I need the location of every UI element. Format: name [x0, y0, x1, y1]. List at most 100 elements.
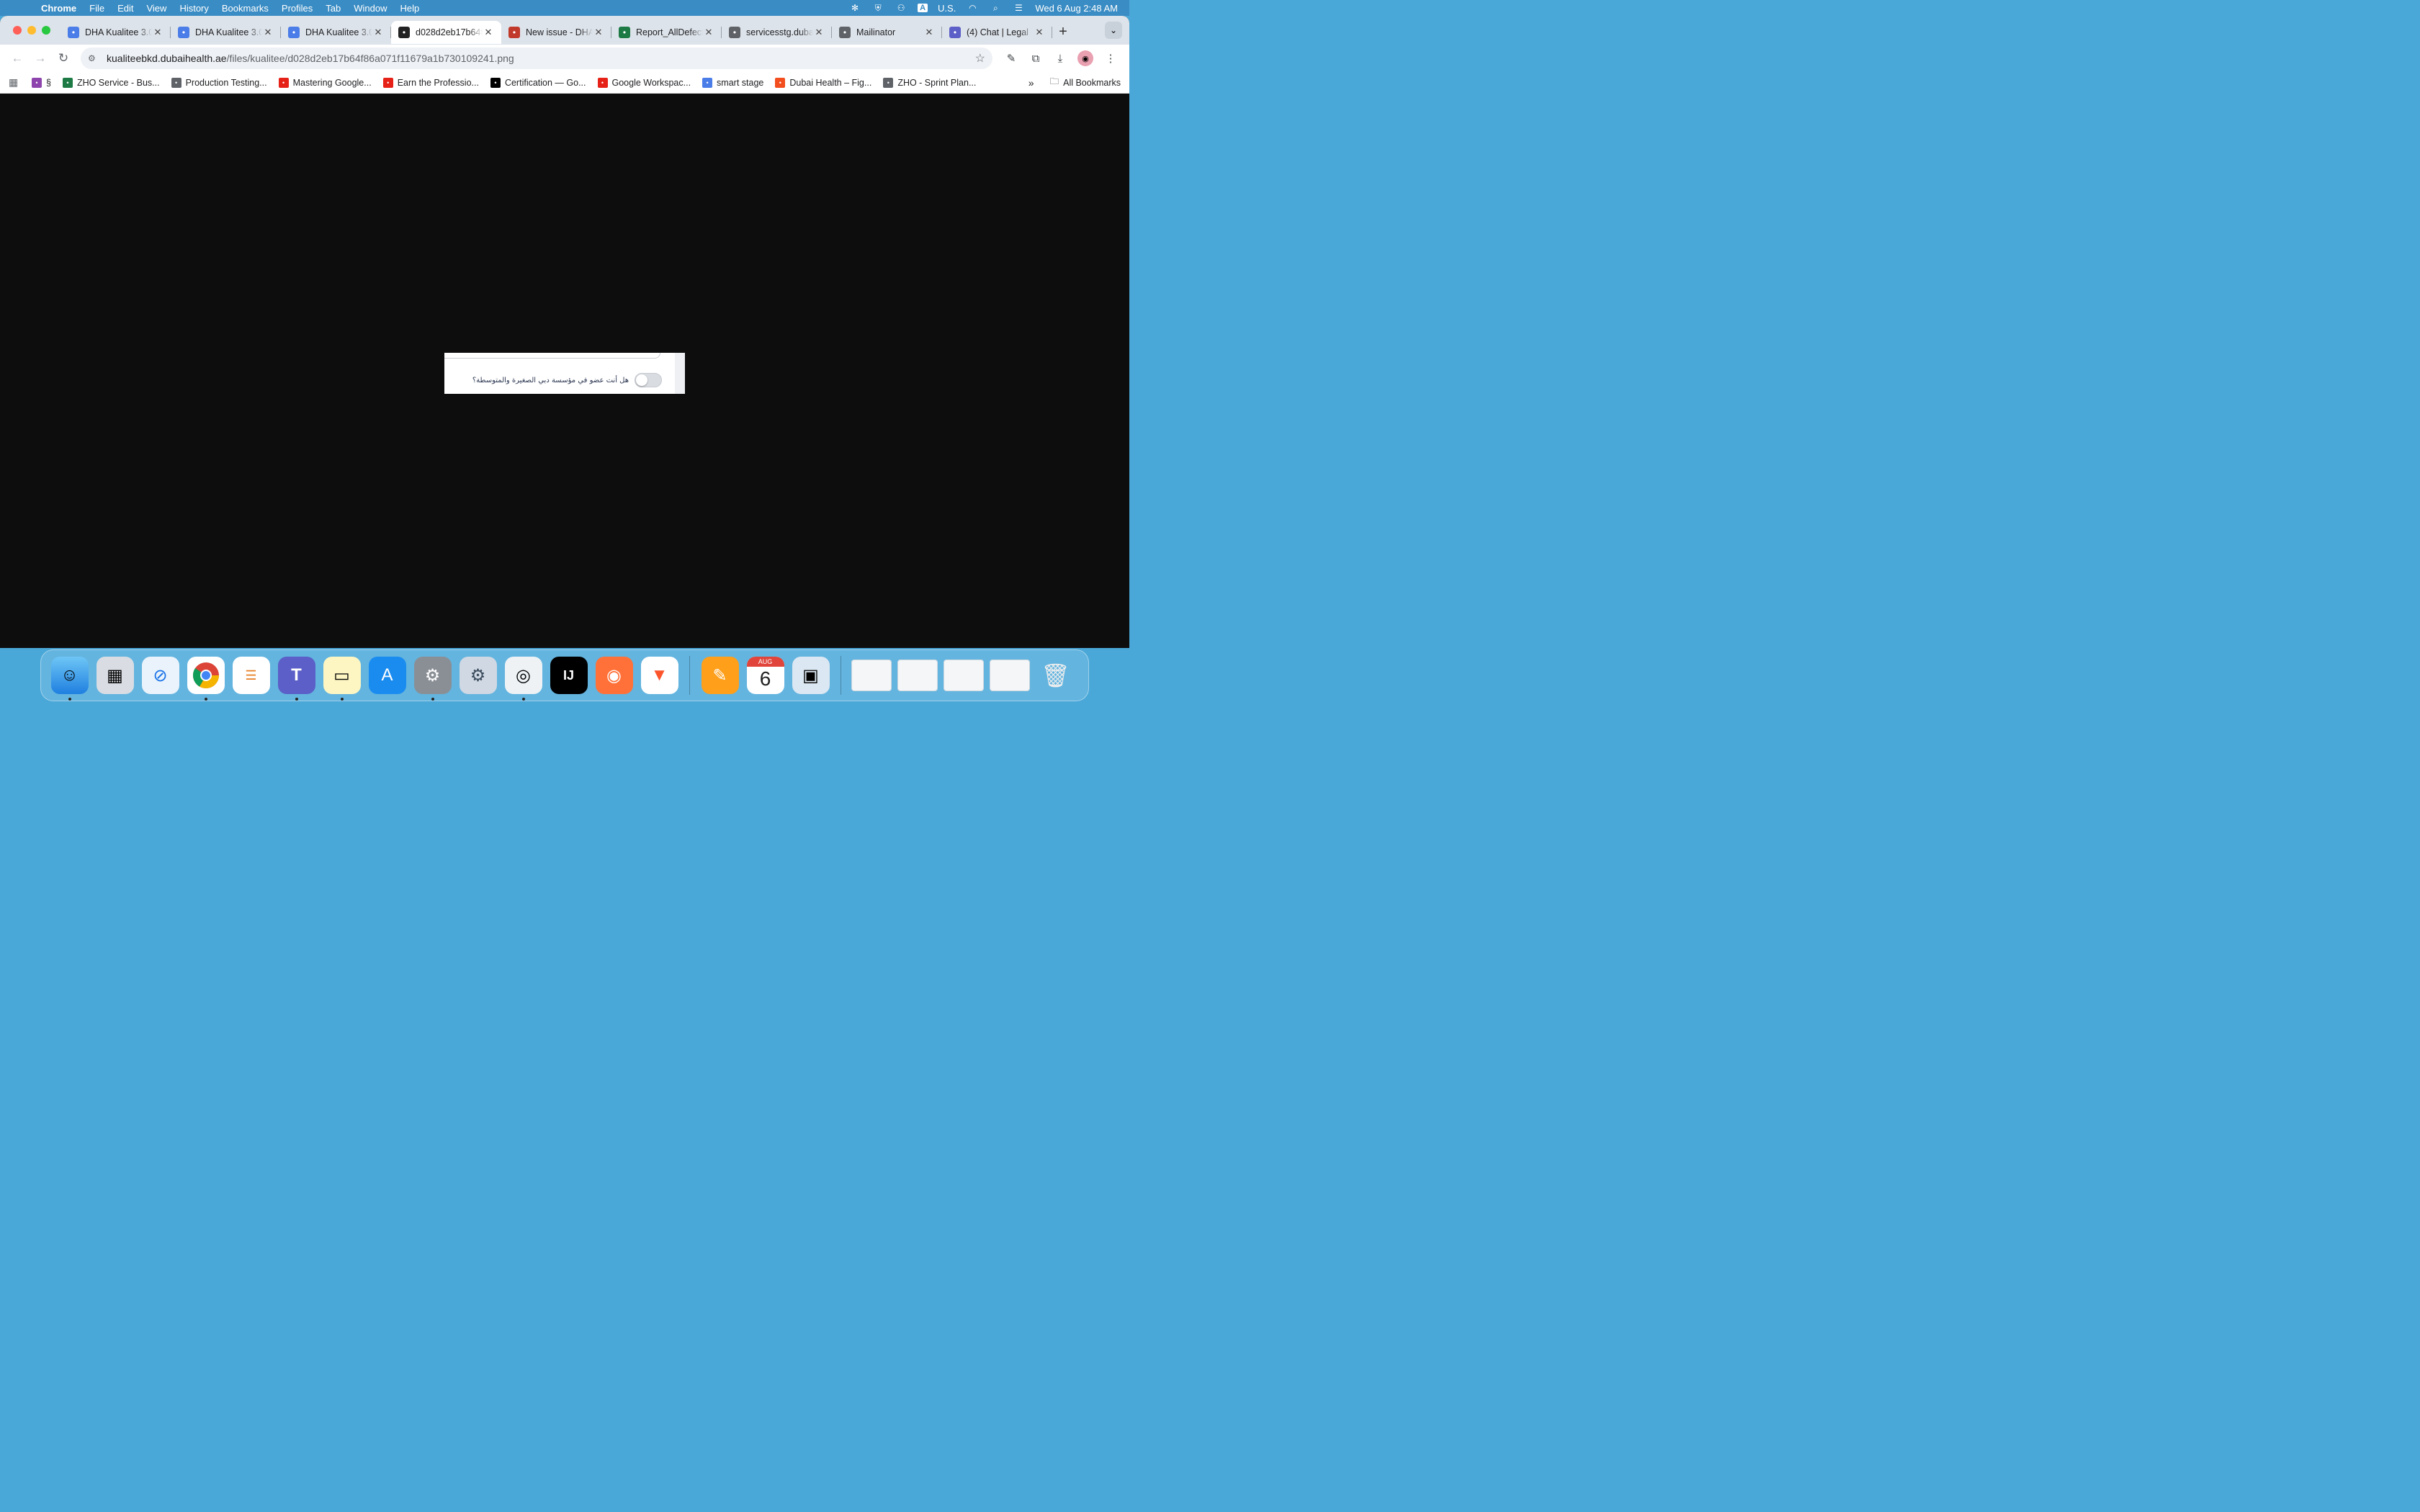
- menu-file[interactable]: File: [83, 3, 111, 14]
- tab-close-icon[interactable]: ✕: [152, 27, 163, 38]
- downloads-icon[interactable]: ⤓: [1053, 51, 1067, 66]
- dock-safari-icon[interactable]: ⊘: [141, 657, 179, 694]
- apps-grid-icon[interactable]: ▦: [9, 76, 24, 89]
- spotlight-search-icon[interactable]: ⌕: [989, 3, 1002, 13]
- tab-close-icon[interactable]: ✕: [813, 27, 825, 38]
- url-text[interactable]: kualiteebkd.dubaihealth.ae/files/kualite…: [107, 53, 514, 64]
- eyedropper-extension-icon[interactable]: ✎: [1004, 51, 1018, 66]
- tab-close-icon[interactable]: ✕: [372, 27, 384, 38]
- bookmark-item[interactable]: • ZHO Service - Bus...: [62, 77, 160, 88]
- kualitee-icon: •: [68, 27, 79, 38]
- new-tab-button[interactable]: +: [1052, 24, 1074, 40]
- tab-close-icon[interactable]: ✕: [923, 27, 935, 38]
- dock-preview-icon[interactable]: ▣: [792, 657, 830, 694]
- dock-firefox-icon[interactable]: ◉: [595, 657, 633, 694]
- site-info-icon[interactable]: ⚙: [88, 53, 102, 63]
- menu-edit[interactable]: Edit: [111, 3, 140, 14]
- extensions-icon[interactable]: ⧉: [1028, 51, 1043, 66]
- tab-close-icon[interactable]: ✕: [262, 27, 274, 38]
- browser-tab[interactable]: • servicesstg.dubaihealth✕: [722, 21, 832, 44]
- tab-search-icon[interactable]: ⌄: [1105, 22, 1122, 39]
- bookmarks-bar: ▦ • § • ZHO Service - Bus... • Production Tes…: [0, 72, 1129, 94]
- url-path: /files/kualitee/d028d2eb17b64f86a071f116…: [226, 53, 514, 64]
- menu-bookmarks[interactable]: Bookmarks: [215, 3, 275, 14]
- dock-finder-icon[interactable]: ☺: [50, 657, 89, 701]
- tab-close-icon[interactable]: ✕: [703, 27, 714, 38]
- dock-chrome-icon[interactable]: [187, 657, 225, 701]
- bookmark-item[interactable]: • Mastering Google...: [278, 77, 372, 88]
- wifi-icon[interactable]: ◠: [966, 3, 979, 13]
- dock-pages-icon[interactable]: ✎: [701, 657, 739, 694]
- close-window-button[interactable]: [13, 26, 22, 35]
- dock-calendar-icon[interactable]: AUG 6: [746, 657, 784, 694]
- youtube-icon: •: [278, 77, 289, 88]
- kualitee-icon: •: [178, 27, 189, 38]
- menu-app-name[interactable]: Chrome: [35, 3, 83, 14]
- fullscreen-window-button[interactable]: [42, 26, 50, 35]
- all-bookmarks-button[interactable]: 🗀 All Bookmarks: [1050, 75, 1121, 90]
- bookmark-item[interactable]: • Production Testing...: [171, 77, 267, 88]
- minimized-window-thumb[interactable]: [944, 660, 984, 691]
- bookmark-label: Production Testing...: [185, 77, 267, 88]
- dock-brave-icon[interactable]: ▼: [640, 657, 678, 694]
- dock-proxy-icon[interactable]: ◎: [504, 657, 542, 701]
- bookmark-label: smart stage: [717, 77, 764, 88]
- bookmark-item[interactable]: • Certification — Go...: [490, 77, 586, 88]
- menu-tab[interactable]: Tab: [319, 3, 347, 14]
- minimized-window-thumb[interactable]: [851, 660, 892, 691]
- dock-app-store-icon[interactable]: A: [368, 657, 406, 694]
- reload-button[interactable]: ↻: [52, 48, 75, 68]
- browser-tab[interactable]: • DHA Kualitee 3.0 ✕: [171, 21, 281, 44]
- menu-help[interactable]: Help: [394, 3, 426, 14]
- bookmark-item[interactable]: • Dubai Health – Fig...: [775, 77, 871, 88]
- status-shield-icon[interactable]: ⛨: [871, 3, 884, 13]
- toggle-knob: [636, 374, 647, 386]
- dock-trash-icon[interactable]: 🗑: [1037, 657, 1075, 694]
- minimized-window-thumb[interactable]: [990, 660, 1030, 691]
- menu-profiles[interactable]: Profiles: [275, 3, 319, 14]
- bookmark-item[interactable]: • §: [32, 77, 51, 88]
- menu-window[interactable]: Window: [347, 3, 393, 14]
- browser-tab[interactable]: • Mailinator ✕: [832, 21, 942, 44]
- dock-intellij-icon[interactable]: IJ: [550, 657, 588, 694]
- control-center-icon[interactable]: ☰: [1012, 3, 1025, 13]
- dock-reminders-icon[interactable]: ☰: [232, 657, 270, 694]
- address-bar[interactable]: ⚙ kualiteebkd.dubaihealth.ae/files/kuali…: [81, 48, 992, 69]
- bookmark-item[interactable]: • ZHO - Sprint Plan...: [883, 77, 976, 88]
- back-button[interactable]: ←: [6, 48, 29, 68]
- input-source-label[interactable]: U.S.: [938, 3, 956, 14]
- status-app-icon[interactable]: ✻: [848, 3, 861, 13]
- tab-close-icon[interactable]: ✕: [593, 27, 604, 38]
- bookmark-item[interactable]: • Google Workspac...: [597, 77, 691, 88]
- browser-tab[interactable]: • Report_AllDefects ✕: [611, 21, 722, 44]
- tab-close-icon[interactable]: ✕: [1034, 27, 1045, 38]
- status-glasses-icon[interactable]: ⚇: [895, 3, 908, 13]
- browser-tab[interactable]: • d028d2eb17b64f86a071f11679a1b730109241.…: [391, 21, 501, 44]
- minimize-window-button[interactable]: [27, 26, 36, 35]
- menu-history[interactable]: History: [173, 3, 215, 14]
- minimized-window-thumb[interactable]: [897, 660, 938, 691]
- chart-icon: •: [702, 77, 713, 88]
- dock-launchpad-icon[interactable]: ▦: [96, 657, 134, 694]
- bookmark-item[interactable]: • Earn the Professio...: [382, 77, 479, 88]
- browser-tab[interactable]: • DHA Kualitee 3.0 ✕: [60, 21, 171, 44]
- menu-view[interactable]: View: [140, 3, 173, 14]
- dock-settings-utility-icon[interactable]: ⚙: [459, 657, 497, 694]
- browser-tab[interactable]: • (4) Chat | Legal ✕: [942, 21, 1052, 44]
- bookmark-star-icon[interactable]: ☆: [975, 51, 985, 66]
- dock-system-settings-icon[interactable]: ⚙: [413, 657, 452, 701]
- input-source-badge[interactable]: A: [918, 4, 928, 12]
- dock-teams-icon[interactable]: T: [277, 657, 315, 701]
- browser-tab[interactable]: • New issue - DHA ✕: [501, 21, 611, 44]
- browser-tab[interactable]: • DHA Kualitee 3.0 ✕: [281, 21, 391, 44]
- profile-avatar[interactable]: ◉: [1077, 50, 1093, 66]
- dock-notes-icon[interactable]: ▭: [323, 657, 361, 701]
- more-bookmarks-chevron-icon[interactable]: »: [1028, 77, 1034, 89]
- bookmark-item[interactable]: • smart stage: [702, 77, 764, 88]
- excel-icon: •: [619, 27, 630, 38]
- menubar-clock[interactable]: Wed 6 Aug 2:48 AM: [1035, 3, 1118, 14]
- forward-button[interactable]: →: [29, 48, 52, 68]
- tab-close-icon[interactable]: ✕: [483, 27, 494, 38]
- chrome-menu-icon[interactable]: ⋮: [1103, 51, 1118, 66]
- tab-title: servicesstg.dubaihealth: [746, 27, 813, 37]
